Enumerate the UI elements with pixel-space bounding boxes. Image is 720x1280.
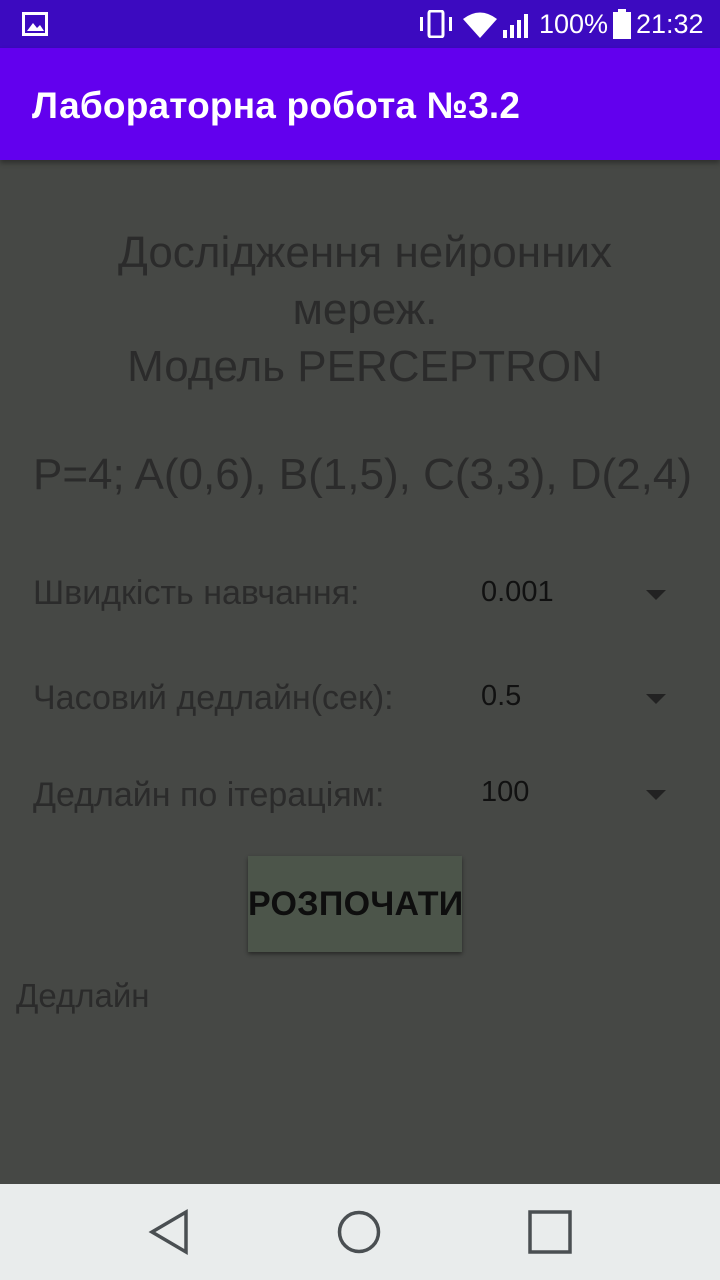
learning-rate-spinner[interactable]: 0.001 <box>470 562 680 626</box>
recents-icon[interactable] <box>524 1206 576 1258</box>
vibrate-icon <box>420 10 452 38</box>
heading-line: мереж. <box>292 285 438 334</box>
heading-line: Модель PERCEPTRON <box>127 342 603 391</box>
time-deadline-label: Часовий дедлайн(сек): <box>33 679 394 717</box>
result-label: Дедлайн <box>16 977 150 1014</box>
dropdown-arrow-icon <box>646 790 666 800</box>
main-content: Дослідження нейронних мереж. Модель PERC… <box>0 160 720 1184</box>
time-deadline-value: 0.5 <box>481 680 522 712</box>
iteration-deadline-spinner[interactable]: 100 <box>470 762 680 826</box>
app-title: Лабораторна робота №3.2 <box>32 85 521 126</box>
page-heading: Дослідження нейронних мереж. Модель PERC… <box>40 224 690 395</box>
app-bar: Лабораторна робота №3.2 <box>0 48 720 160</box>
iteration-deadline-value: 100 <box>481 776 530 808</box>
iteration-deadline-label: Дедлайн по ітераціям: <box>33 776 385 814</box>
battery-icon <box>613 9 631 39</box>
clock: 21:32 <box>636 9 704 39</box>
signal-icon <box>503 14 528 38</box>
status-bar: 100% 21:32 <box>0 0 720 48</box>
dropdown-arrow-icon <box>646 590 666 600</box>
learning-rate-value: 0.001 <box>481 576 554 608</box>
home-icon[interactable] <box>333 1206 385 1258</box>
battery-percent: 100% <box>539 9 609 39</box>
points-text: P=4; A(0,6), B(1,5), C(3,3), D(2,4) <box>33 450 693 499</box>
heading-line: Дослідження нейронних <box>118 228 612 277</box>
navigation-bar <box>0 1184 720 1280</box>
wifi-icon <box>463 12 497 38</box>
learning-rate-label: Швидкість навчання: <box>33 574 360 612</box>
start-button[interactable]: РОЗПОЧАТИ <box>248 856 463 952</box>
back-icon[interactable] <box>146 1206 198 1258</box>
dropdown-arrow-icon <box>646 694 666 704</box>
time-deadline-spinner[interactable]: 0.5 <box>470 666 680 730</box>
